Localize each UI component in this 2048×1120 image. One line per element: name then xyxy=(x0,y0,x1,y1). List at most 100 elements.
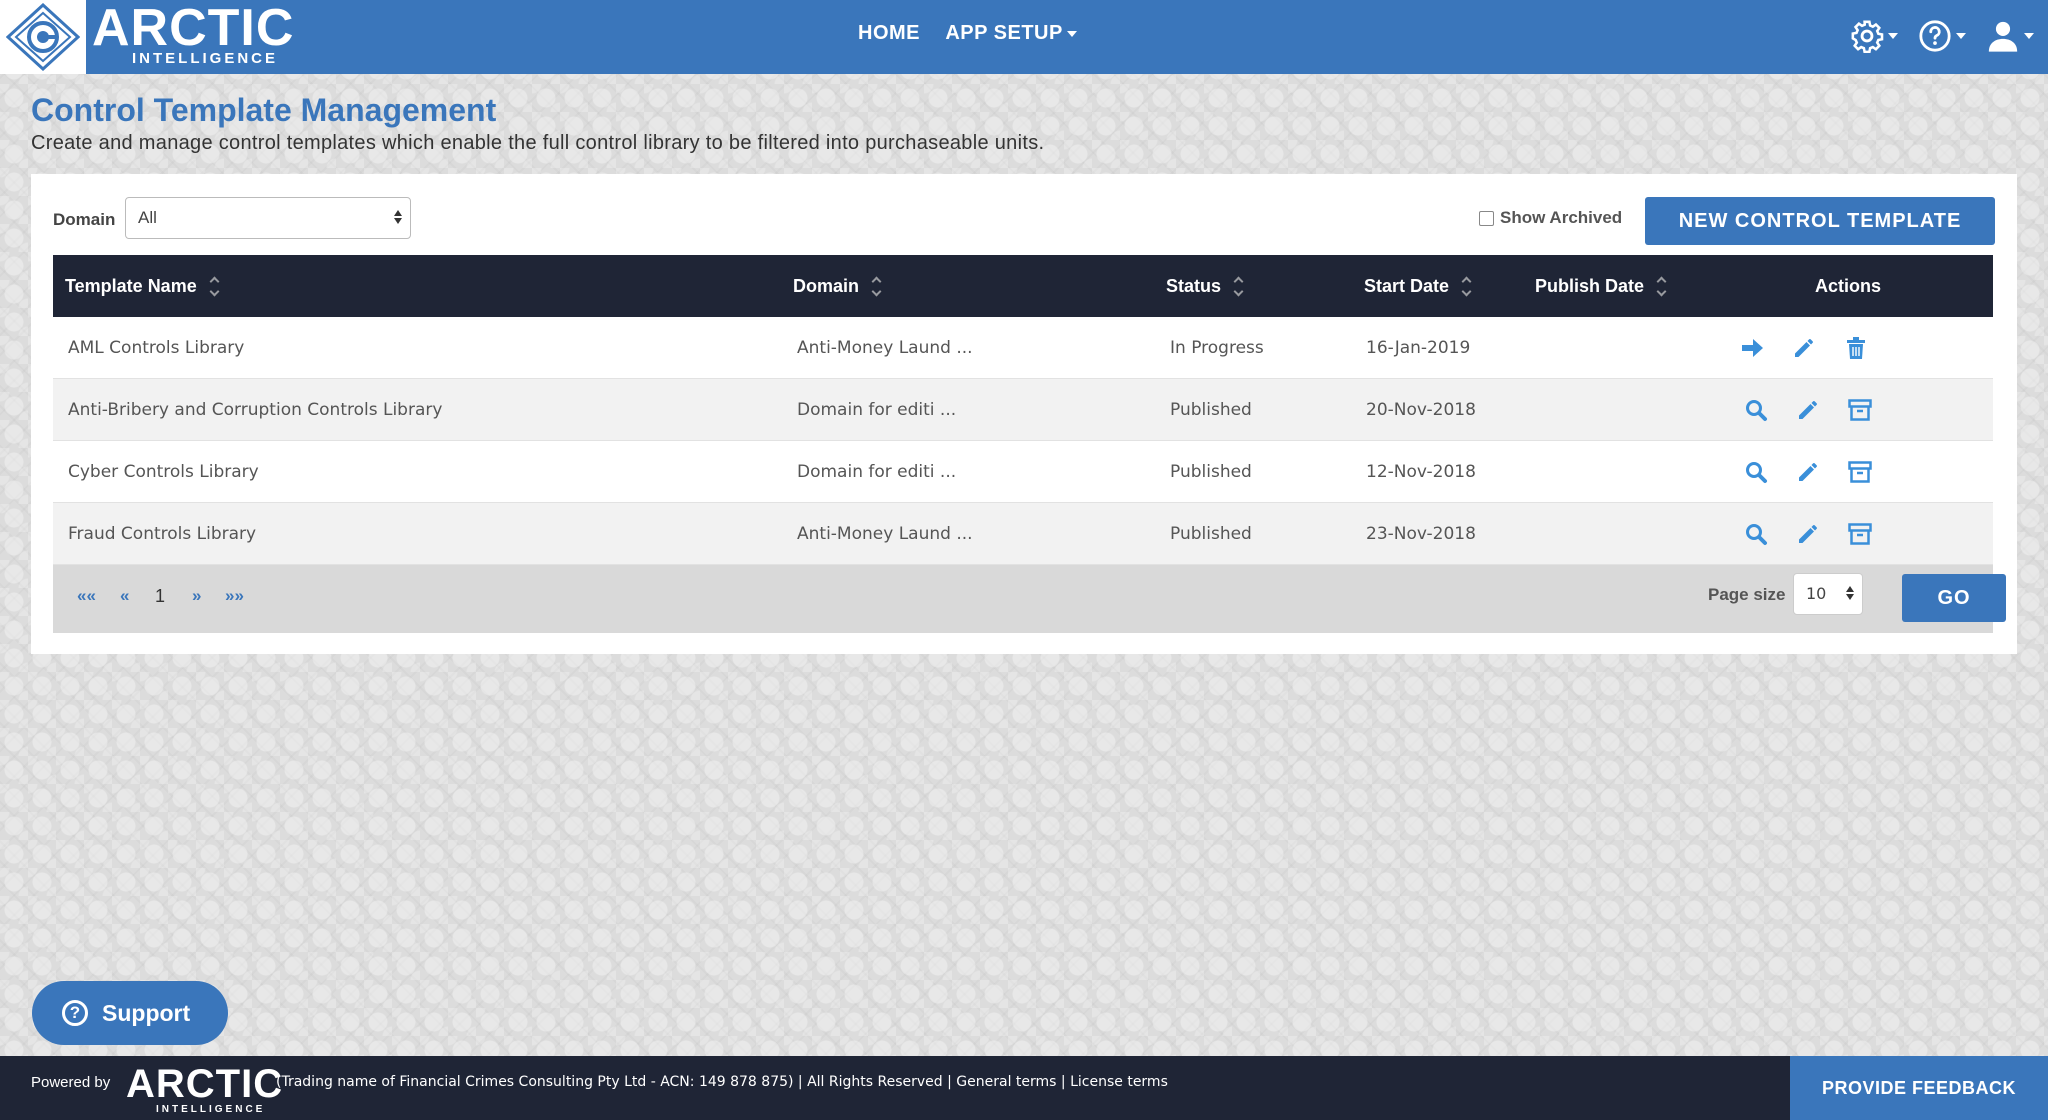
view-search-icon[interactable] xyxy=(1741,457,1771,487)
support-label: Support xyxy=(102,999,191,1026)
help-icon xyxy=(1919,20,1951,52)
row-actions xyxy=(1741,441,1875,503)
proceed-arrow-icon[interactable] xyxy=(1737,333,1767,363)
general-terms-link[interactable]: General terms xyxy=(956,1074,1056,1090)
edit-pencil-icon[interactable] xyxy=(1793,457,1823,487)
footer-separator: | xyxy=(1056,1074,1071,1090)
cell-status: Published xyxy=(1170,400,1252,420)
sort-icon[interactable] xyxy=(871,276,882,296)
column-header-template-name[interactable]: Template Name xyxy=(65,255,220,317)
brand-tagline: INTELLIGENCE xyxy=(132,50,279,67)
cell-status: Published xyxy=(1170,524,1252,544)
archive-box-icon[interactable] xyxy=(1845,395,1875,425)
cell-start-date: 20-Nov-2018 xyxy=(1366,400,1476,420)
column-header-publish-date[interactable]: Publish Date xyxy=(1535,255,1667,317)
column-label: Domain xyxy=(793,275,860,296)
select-arrows-icon xyxy=(1846,586,1854,600)
brand-logo[interactable]: ARCTIC INTELLIGENCE xyxy=(92,2,294,67)
show-archived[interactable]: Show Archived xyxy=(1479,208,1622,228)
column-header-domain[interactable]: Domain xyxy=(793,255,882,317)
table-row[interactable]: Cyber Controls Library Domain for editi … xyxy=(53,441,1993,503)
row-actions xyxy=(1741,379,1875,441)
footer-brand-name: ARCTIC xyxy=(126,1062,284,1106)
column-label: Start Date xyxy=(1364,275,1450,296)
page-last-button[interactable]: »» xyxy=(225,565,244,627)
brand-name: ARCTIC xyxy=(92,0,295,57)
go-button[interactable]: GO xyxy=(1902,574,2006,622)
edit-pencil-icon[interactable] xyxy=(1789,333,1819,363)
chevron-down-icon xyxy=(1066,30,1077,37)
gear-icon xyxy=(1851,20,1884,53)
domain-filter-select[interactable]: All xyxy=(125,197,411,239)
cell-domain: Domain for editi ... xyxy=(797,400,957,420)
footer-logo: ARCTIC INTELLIGENCE xyxy=(126,1064,283,1115)
powered-by-label: Powered by xyxy=(31,1074,111,1091)
view-search-icon[interactable] xyxy=(1741,395,1771,425)
logo-mark[interactable] xyxy=(0,0,86,74)
column-header-start-date[interactable]: Start Date xyxy=(1364,255,1472,317)
table-row[interactable]: Anti-Bribery and Corruption Controls Lib… xyxy=(53,379,1993,441)
column-label: Template Name xyxy=(65,275,197,296)
new-control-template-button[interactable]: NEW CONTROL TEMPLATE xyxy=(1645,197,1995,245)
column-header-actions: Actions xyxy=(1815,255,1881,317)
page-prev-button[interactable]: « xyxy=(120,565,129,627)
page-number-current[interactable]: 1 xyxy=(155,565,165,627)
page-size-select[interactable]: 10 xyxy=(1793,573,1863,615)
chevron-down-icon xyxy=(2024,33,2034,39)
sort-icon[interactable] xyxy=(209,276,220,296)
column-label: Status xyxy=(1166,275,1222,296)
nav-home[interactable]: HOME xyxy=(858,22,920,44)
cell-template-name: Anti-Bribery and Corruption Controls Lib… xyxy=(68,400,443,420)
column-header-status[interactable]: Status xyxy=(1166,255,1244,317)
sort-icon[interactable] xyxy=(1656,276,1667,296)
archive-box-icon[interactable] xyxy=(1845,519,1875,549)
chevron-down-icon xyxy=(1888,33,1898,39)
show-archived-label: Show Archived xyxy=(1500,208,1623,227)
provide-feedback-button[interactable]: PROVIDE FEEDBACK xyxy=(1790,1056,2048,1120)
sort-icon[interactable] xyxy=(1461,276,1472,296)
row-actions xyxy=(1737,317,1871,379)
cell-template-name: AML Controls Library xyxy=(68,338,245,358)
table-header: Template Name Domain Status Start Date P… xyxy=(53,255,1993,317)
pagination-bar: «« « 1 » »» Page size 10 GO xyxy=(53,565,2006,633)
top-navbar: ARCTIC INTELLIGENCE HOME APP SETUP xyxy=(0,0,2048,74)
sort-icon[interactable] xyxy=(1233,276,1244,296)
page-size-value: 10 xyxy=(1806,584,1827,603)
cell-domain: Domain for editi ... xyxy=(797,462,957,482)
column-label: Actions xyxy=(1815,275,1882,296)
arctic-logo-icon xyxy=(6,3,80,71)
chevron-down-icon xyxy=(1956,33,1966,39)
page-subtitle: Create and manage control templates whic… xyxy=(31,132,1045,154)
settings-menu[interactable] xyxy=(1850,14,1898,58)
cell-status: In Progress xyxy=(1170,338,1264,358)
row-actions xyxy=(1741,503,1875,565)
column-label: Publish Date xyxy=(1535,275,1645,296)
license-terms-link[interactable]: License terms xyxy=(1070,1074,1168,1090)
templates-panel: Domain All Show Archived NEW CONTROL TEM… xyxy=(31,174,2017,654)
cell-status: Published xyxy=(1170,462,1252,482)
help-menu[interactable] xyxy=(1918,14,1966,58)
footer: Powered by ARCTIC INTELLIGENCE (Trading … xyxy=(0,1056,2048,1120)
archive-box-icon[interactable] xyxy=(1845,457,1875,487)
nav-app-setup-label: APP SETUP xyxy=(945,22,1063,44)
footer-trading-text: (Trading name of Financial Crimes Consul… xyxy=(276,1074,957,1090)
view-search-icon[interactable] xyxy=(1741,519,1771,549)
table-row[interactable]: AML Controls Library Anti-Money Laund ..… xyxy=(53,317,1993,379)
domain-filter-label: Domain xyxy=(53,210,116,229)
show-archived-checkbox[interactable] xyxy=(1479,210,1494,226)
page-first-button[interactable]: «« xyxy=(77,565,96,627)
domain-filter-value: All xyxy=(138,208,157,227)
edit-pencil-icon[interactable] xyxy=(1793,519,1823,549)
page-next-button[interactable]: » xyxy=(192,565,201,627)
user-menu[interactable] xyxy=(1986,14,2034,58)
support-button[interactable]: ? Support xyxy=(32,981,228,1045)
footer-brand-tagline: INTELLIGENCE xyxy=(156,1104,266,1115)
cell-start-date: 12-Nov-2018 xyxy=(1366,462,1476,482)
cell-start-date: 23-Nov-2018 xyxy=(1366,524,1476,544)
select-arrows-icon xyxy=(394,210,402,224)
edit-pencil-icon[interactable] xyxy=(1793,395,1823,425)
main-nav: HOME APP SETUP xyxy=(858,22,1097,45)
nav-app-setup[interactable]: APP SETUP xyxy=(945,22,1077,44)
delete-trash-icon[interactable] xyxy=(1841,333,1871,363)
table-row[interactable]: Fraud Controls Library Anti-Money Laund … xyxy=(53,503,1993,565)
